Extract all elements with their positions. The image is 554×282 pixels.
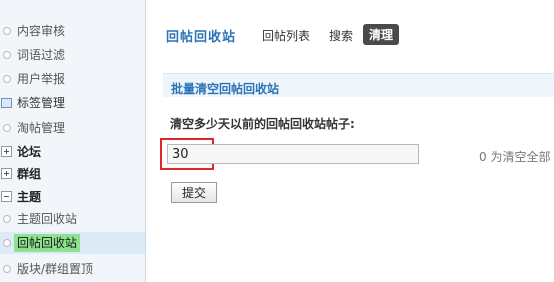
bullet-icon bbox=[3, 51, 11, 59]
sidebar-item-sticky-threads[interactable]: 版块/群组置顶 bbox=[0, 258, 145, 280]
sidebar-item-thread-recycle-bin[interactable]: 主题回收站 bbox=[0, 208, 145, 230]
sidebar-group-threads[interactable]: 主题 bbox=[0, 186, 145, 208]
expand-icon[interactable] bbox=[1, 168, 12, 179]
tab-reply-list[interactable]: 回帖列表 bbox=[262, 27, 310, 44]
sidebar-item-label: 词语过滤 bbox=[17, 48, 66, 62]
sidebar: 内容审核 词语过滤 用户举报 标签管理 淘帖管理 论坛 群组 主题 主题回收站 … bbox=[0, 0, 146, 282]
sidebar-item-content-review[interactable]: 内容审核 bbox=[0, 20, 145, 42]
sidebar-item-label: 淘帖管理 bbox=[17, 121, 66, 135]
sidebar-item-reply-recycle-bin[interactable]: 回帖回收站 bbox=[0, 232, 145, 254]
expand-icon[interactable] bbox=[1, 146, 12, 157]
sidebar-group-groups[interactable]: 群组 bbox=[0, 163, 145, 185]
bullet-icon bbox=[3, 265, 11, 273]
sidebar-item-label: 标签管理 bbox=[17, 96, 66, 110]
days-field-label: 清空多少天以前的回帖回收站帖子: bbox=[170, 117, 355, 131]
days-input[interactable] bbox=[167, 144, 419, 164]
tab-cleanup[interactable]: 清理 bbox=[363, 24, 400, 45]
bullet-icon bbox=[3, 27, 11, 35]
sidebar-group-label: 论坛 bbox=[17, 145, 42, 159]
sidebar-group-label: 主题 bbox=[17, 190, 42, 204]
sidebar-item-collection-management[interactable]: 淘帖管理 bbox=[0, 117, 145, 139]
sidebar-group-forum[interactable]: 论坛 bbox=[0, 141, 145, 163]
sidebar-item-tag-management[interactable]: 标签管理 bbox=[0, 92, 145, 114]
folder-icon bbox=[1, 98, 12, 108]
sidebar-item-label: 版块/群组置顶 bbox=[17, 262, 94, 276]
sidebar-item-label: 回帖回收站 bbox=[14, 234, 81, 252]
bullet-icon bbox=[3, 124, 11, 132]
collapse-icon[interactable] bbox=[1, 191, 12, 202]
submit-button[interactable]: 提交 bbox=[171, 182, 217, 203]
sidebar-item-label: 主题回收站 bbox=[17, 212, 78, 226]
bullet-icon bbox=[3, 75, 11, 83]
bullet-icon bbox=[3, 215, 11, 223]
section-title: 批量清空回帖回收站 bbox=[171, 82, 280, 96]
bullet-icon bbox=[3, 239, 11, 247]
sidebar-item-word-filter[interactable]: 词语过滤 bbox=[0, 44, 145, 66]
tab-search[interactable]: 搜索 bbox=[329, 27, 353, 44]
sidebar-item-label: 内容审核 bbox=[17, 24, 66, 38]
days-hint: 0 为清空全部 bbox=[479, 150, 551, 164]
page-title: 回帖回收站 bbox=[166, 30, 237, 45]
sidebar-item-label: 用户举报 bbox=[17, 72, 66, 86]
sidebar-group-label: 群组 bbox=[17, 167, 42, 181]
sidebar-item-user-reports[interactable]: 用户举报 bbox=[0, 68, 145, 90]
